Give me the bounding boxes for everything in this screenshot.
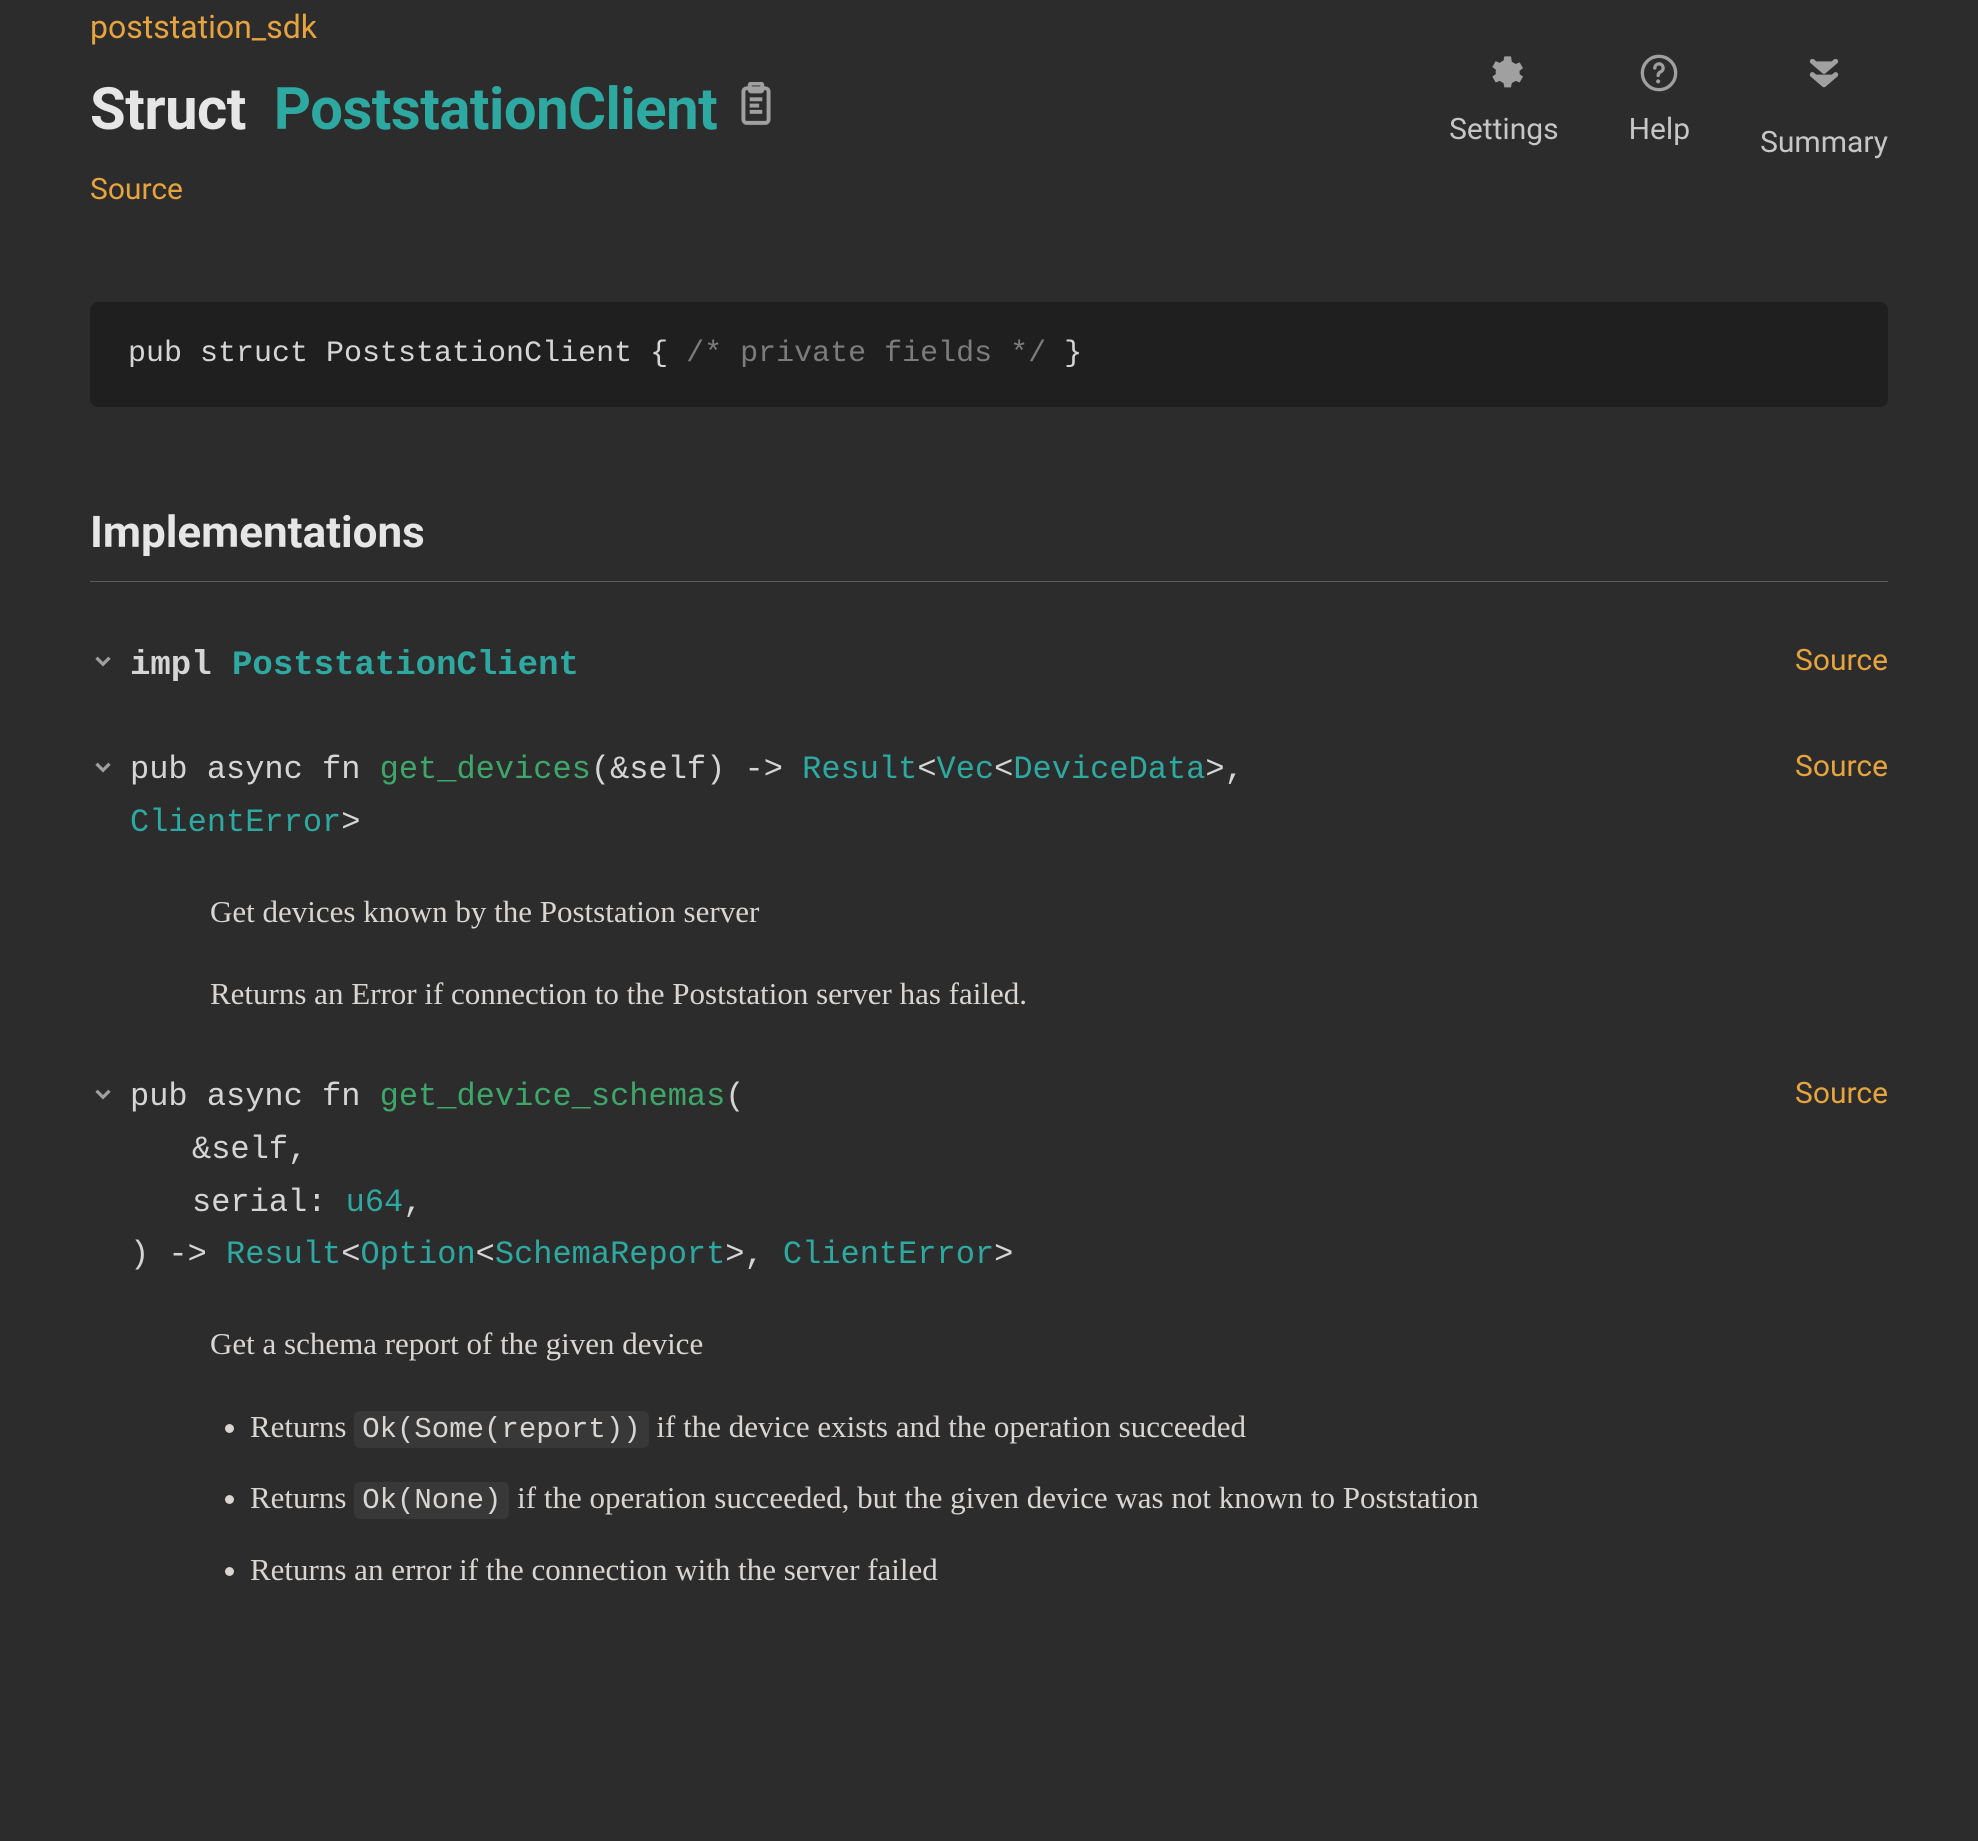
settings-label: Settings — [1449, 107, 1559, 152]
paren: ( — [725, 1078, 744, 1115]
copy-path-button[interactable] — [737, 82, 775, 138]
angle: >, — [725, 1236, 783, 1273]
page-heading: Struct PoststationClient — [90, 67, 717, 154]
help-label: Help — [1629, 107, 1690, 152]
inline-code: Ok(Some(report)) — [354, 1411, 648, 1448]
doc-text: Returns — [250, 1480, 354, 1515]
inline-code: Ok(None) — [354, 1482, 509, 1519]
method-source-link[interactable]: Source — [1775, 744, 1888, 789]
summary-label: Summary — [1760, 120, 1888, 165]
list-item: Returns an error if the connection with … — [250, 1544, 1888, 1597]
gear-icon — [1484, 53, 1524, 93]
angle: >, — [1205, 751, 1243, 788]
impl-block: impl PoststationClient Source pub async … — [90, 638, 1888, 1596]
fn-kw: pub async fn — [130, 751, 380, 788]
chevrons-down-icon — [1802, 53, 1846, 93]
toggle-button[interactable] — [90, 644, 124, 686]
list-item: Returns Ok(None) if the operation succee… — [250, 1472, 1888, 1525]
fn-arg: serial: u64, — [130, 1177, 422, 1230]
method-header: pub async fn get_devices(&self) -> Resul… — [90, 744, 1888, 850]
doc-list: Returns Ok(Some(report)) if the device e… — [210, 1401, 1888, 1596]
type-u64[interactable]: u64 — [346, 1184, 404, 1221]
comma: , — [403, 1184, 422, 1221]
method-get-devices: pub async fn get_devices(&self) -> Resul… — [90, 744, 1888, 1021]
question-icon — [1639, 53, 1679, 93]
doc-text: Returns — [250, 1409, 354, 1444]
title-name: PoststationClient — [274, 76, 717, 144]
fn-name[interactable]: get_devices — [380, 751, 591, 788]
angle: < — [341, 1236, 360, 1273]
list-item: Returns Ok(Some(report)) if the device e… — [250, 1401, 1888, 1454]
impl-type[interactable]: PoststationClient — [232, 647, 579, 685]
angle: > — [341, 804, 360, 841]
impl-kw: impl — [130, 647, 232, 685]
impl-source-link[interactable]: Source — [1775, 638, 1888, 683]
angle: > — [994, 1236, 1013, 1273]
method-signature: pub async fn get_devices(&self) -> Resul… — [130, 744, 1775, 850]
fn-arg: &self, — [130, 1124, 307, 1177]
docblock: Get devices known by the Poststation ser… — [210, 886, 1888, 1021]
impl-header: impl PoststationClient Source — [90, 638, 1888, 694]
header-buttons: Settings Help Summary — [1449, 53, 1888, 165]
type-clienterror[interactable]: ClientError — [783, 1236, 994, 1273]
angle: < — [476, 1236, 495, 1273]
title-kind: Struct — [90, 76, 246, 144]
chevron-down-icon — [90, 754, 116, 780]
decl-suffix: } — [1046, 337, 1082, 371]
method-get-device-schemas: pub async fn get_device_schemas( &self, … — [90, 1071, 1888, 1596]
type-clienterror[interactable]: ClientError — [130, 804, 341, 841]
toggle-button[interactable] — [90, 750, 124, 792]
settings-button[interactable]: Settings — [1449, 53, 1559, 152]
angle: < — [917, 751, 936, 788]
implementations-heading[interactable]: Implementations — [90, 499, 1888, 582]
type-devicedata[interactable]: DeviceData — [1013, 751, 1205, 788]
page-title: Struct PoststationClient — [90, 67, 775, 154]
impl-signature: impl PoststationClient — [130, 638, 1775, 694]
fn-name[interactable]: get_device_schemas — [380, 1078, 726, 1115]
angle: < — [994, 751, 1013, 788]
doc-paragraph: Get a schema report of the given device — [210, 1318, 1888, 1371]
arg-name: serial: — [192, 1184, 346, 1221]
fn-args: (&self) -> — [591, 751, 802, 788]
type-schemareport[interactable]: SchemaReport — [495, 1236, 725, 1273]
type-result[interactable]: Result — [226, 1236, 341, 1273]
docblock: Get a schema report of the given device … — [210, 1318, 1888, 1596]
type-result[interactable]: Result — [802, 751, 917, 788]
source-link[interactable]: Source — [90, 167, 1888, 212]
doc-text: if the device exists and the operation s… — [649, 1409, 1246, 1444]
method-header: pub async fn get_device_schemas( &self, … — [90, 1071, 1888, 1282]
chevron-down-icon — [90, 648, 116, 674]
doc-paragraph: Get devices known by the Poststation ser… — [210, 886, 1888, 939]
help-button[interactable]: Help — [1629, 53, 1690, 152]
decl-prefix: pub struct PoststationClient { — [128, 337, 686, 371]
type-option[interactable]: Option — [360, 1236, 475, 1273]
toggle-button[interactable] — [90, 1077, 124, 1119]
decl-comment: /* private fields */ — [686, 337, 1046, 371]
struct-decl: pub struct PoststationClient { /* privat… — [90, 302, 1888, 407]
doc-text: if the operation succeeded, but the give… — [509, 1480, 1478, 1515]
method-signature: pub async fn get_device_schemas( &self, … — [130, 1071, 1775, 1282]
summary-button[interactable]: Summary — [1760, 53, 1888, 165]
type-vec[interactable]: Vec — [937, 751, 995, 788]
doc-paragraph: Returns an Error if connection to the Po… — [210, 968, 1888, 1021]
crate-link[interactable]: poststation_sdk — [90, 3, 1888, 51]
method-source-link[interactable]: Source — [1775, 1071, 1888, 1116]
fn-return-arrow: ) -> — [130, 1236, 226, 1273]
chevron-down-icon — [90, 1081, 116, 1107]
fn-kw: pub async fn — [130, 1078, 380, 1115]
clipboard-icon — [737, 82, 775, 126]
page-title-row: Struct PoststationClient Settings Help S… — [90, 55, 1888, 165]
